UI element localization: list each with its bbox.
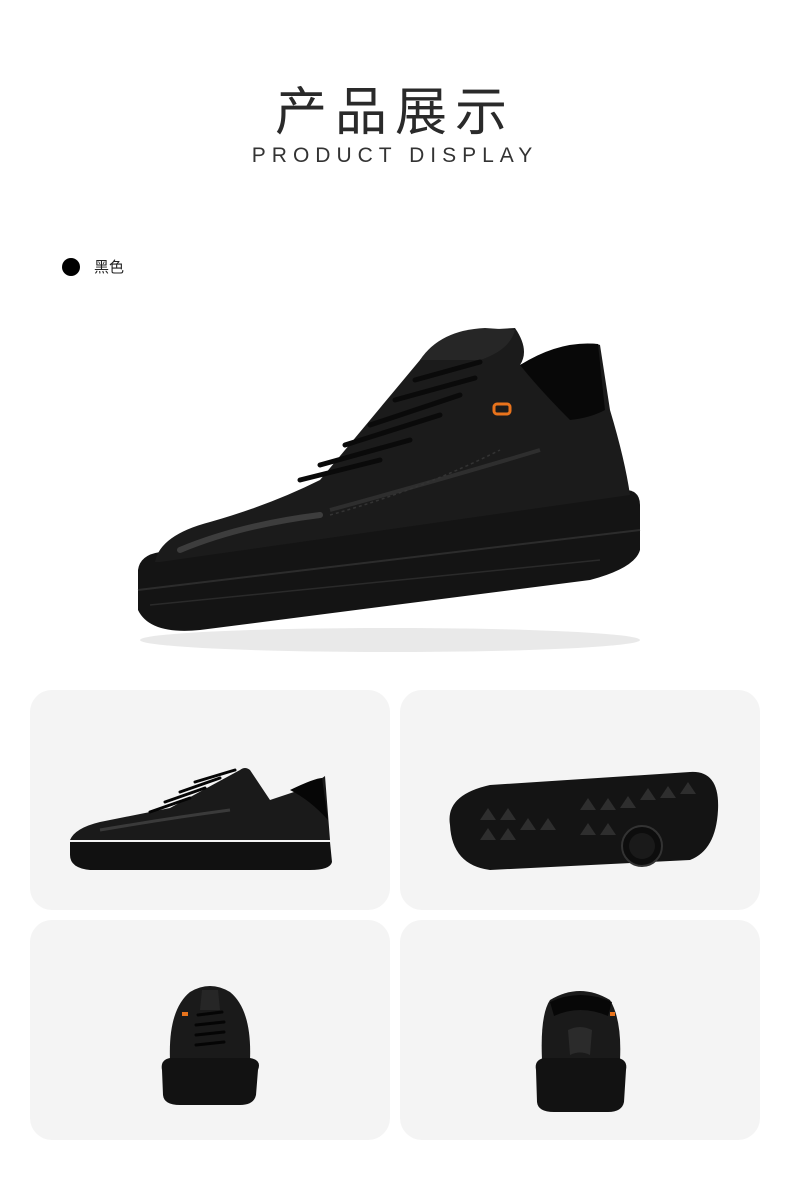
page-title: 产品展示: [274, 83, 515, 143]
front-view-card[interactable]: [30, 920, 390, 1140]
page-subtitle: PRODUCT DISPLAY: [251, 144, 539, 167]
hero-shoe-image: [120, 300, 660, 670]
back-view-card[interactable]: [400, 920, 760, 1140]
color-label: 黑色: [94, 258, 125, 276]
side-view-card[interactable]: [30, 690, 390, 910]
color-swatch-black[interactable]: [62, 257, 80, 276]
color-option[interactable]: 黑色: [62, 256, 124, 277]
sole-view-card[interactable]: [400, 690, 760, 910]
